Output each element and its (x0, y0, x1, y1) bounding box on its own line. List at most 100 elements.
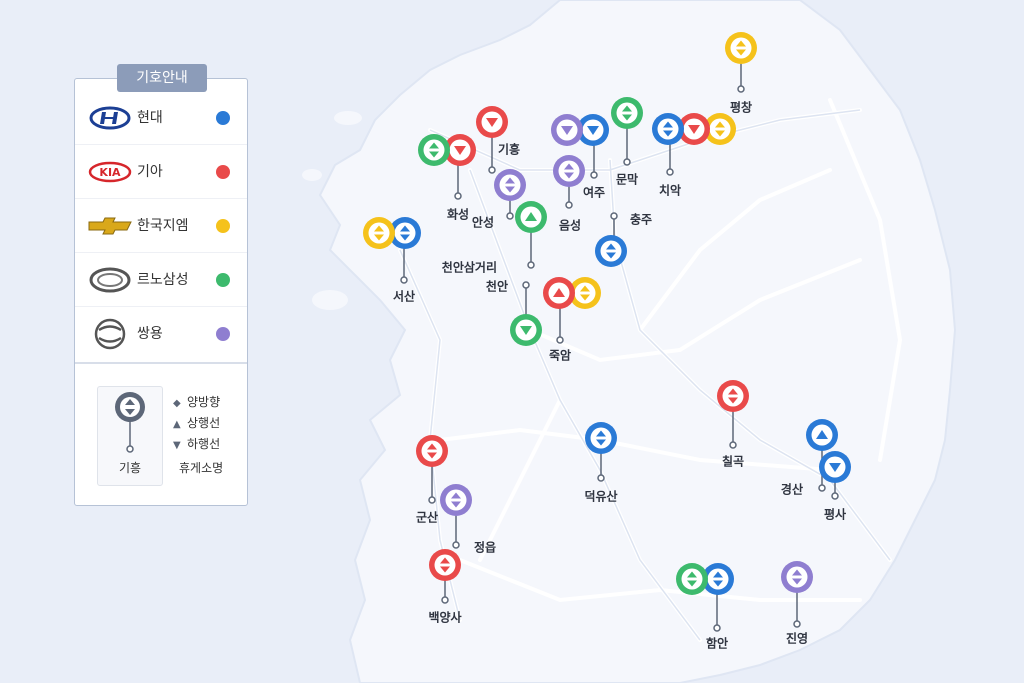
rest-area-name: 죽암 (549, 349, 571, 363)
pin-anchor-dot (565, 201, 573, 209)
down-arrow-icon: ▼ (173, 440, 181, 451)
legend-label-hyundai: 현대 (137, 110, 163, 126)
rest-area-name: 치악 (659, 183, 681, 198)
legend-item-renault: 르노삼성 (75, 253, 247, 307)
symbol-down-label: 하행선 (187, 437, 221, 451)
rest-area-name: 칠곡 (722, 454, 744, 469)
hyundai-color-dot (216, 111, 230, 125)
up-arrow-icon: ▲ (173, 419, 181, 430)
rest-area-name: 문막 (616, 173, 638, 187)
rest-area-name-label: 휴게소명 (179, 461, 224, 475)
legend-label-kia: 기아 (137, 164, 163, 180)
rest-area-name: 정읍 (474, 540, 496, 555)
rest-area-name: 군산 (416, 510, 438, 525)
legend-label-gm: 한국지엠 (137, 218, 189, 234)
kia-color-dot (216, 165, 230, 179)
ssangyong-logo-icon (94, 318, 126, 350)
hyundai-logo-icon (89, 106, 131, 130)
gm-pin-icon[interactable] (363, 217, 395, 249)
renault-color-dot (216, 273, 230, 287)
sample-pin-icon (115, 392, 145, 453)
rest-area-name: 천안 (486, 279, 508, 294)
rest-area-name: 여주 (583, 185, 605, 200)
rest-area-name: 안성 (472, 215, 494, 230)
kia-pin-icon[interactable] (476, 106, 508, 138)
pin-anchor-dot (522, 281, 530, 289)
rest-area-name: 덕유산 (584, 489, 617, 504)
kia-pin-icon[interactable] (717, 380, 749, 412)
pin-anchor-dot (527, 261, 535, 269)
pin-anchor-dot (506, 212, 514, 220)
hyundai-pin-icon[interactable] (819, 451, 851, 483)
legend-label-renault: 르노삼성 (137, 272, 189, 288)
chevrolet-logo-icon (88, 217, 132, 235)
hyundai-pin-icon[interactable] (585, 422, 617, 454)
symbol-sample-box: 기흥 (97, 386, 163, 486)
pin-anchor-dot (666, 168, 674, 176)
pin-anchor-dot (452, 541, 460, 549)
legend-item-kia: KIA 기아 (75, 145, 247, 199)
rest-area-name: 서산 (393, 289, 415, 304)
renault-samsung-logo-icon (89, 267, 131, 293)
pin-anchor-dot (818, 484, 826, 492)
pin-anchor-dot (729, 441, 737, 449)
legend-title: 기호안내 (117, 64, 207, 92)
rest-area-name: 화성 (447, 207, 469, 222)
kia-logo-icon: KIA (88, 161, 132, 183)
legend-item-hyundai: 현대 (75, 91, 247, 145)
renault-pin-icon[interactable] (676, 563, 708, 595)
ssangyong-pin-icon[interactable] (781, 561, 813, 593)
ssangyong-pin-icon[interactable] (551, 114, 583, 146)
rest-area-name: 진영 (786, 631, 808, 646)
rest-area-name: 백양사 (428, 610, 461, 625)
pin-anchor-dot (454, 192, 462, 200)
pin-anchor-dot (428, 496, 436, 504)
rest-area-name: 평사 (824, 507, 846, 522)
hyundai-pin-icon[interactable] (806, 419, 838, 451)
legend-label-ssangyong: 쌍용 (137, 326, 163, 342)
pin-anchor-dot (793, 620, 801, 628)
pin-anchor-dot (597, 474, 605, 482)
rest-area-name: 평창 (730, 100, 752, 115)
kia-pin-icon[interactable] (429, 549, 461, 581)
rest-area-name: 음성 (559, 218, 581, 233)
legend-item-gm: 한국지엠 (75, 199, 247, 253)
hyundai-pin-icon[interactable] (595, 235, 627, 267)
symbol-up-direction: ▲ 상행선 (173, 414, 220, 434)
pin-anchor-dot (623, 158, 631, 166)
rest-area-name: 충주 (630, 212, 652, 227)
ssangyong-pin-icon[interactable] (494, 169, 526, 201)
pin-anchor-dot (737, 85, 745, 93)
renault-pin-icon[interactable] (611, 97, 643, 129)
ssangyong-pin-icon[interactable] (440, 484, 472, 516)
gm-color-dot (216, 219, 230, 233)
pin-anchor-dot (610, 212, 618, 220)
kia-pin-icon[interactable] (416, 435, 448, 467)
both-arrows-icon: ◆ (173, 398, 181, 409)
pin-anchor-dot (590, 171, 598, 179)
gm-pin-icon[interactable] (725, 32, 757, 64)
symbol-down-direction: ▼ 하행선 (173, 435, 220, 455)
pin-anchor-dot (556, 336, 564, 344)
kia-pin-icon[interactable] (543, 277, 575, 309)
pin-anchor-dot (441, 596, 449, 604)
renault-pin-icon[interactable] (510, 314, 542, 346)
rest-area-name: 함안 (706, 636, 728, 651)
rest-area-name: 기흥 (498, 142, 520, 157)
legend-item-ssangyong: 쌍용 (75, 307, 247, 361)
symbol-both-label: 양방향 (187, 395, 221, 409)
pin-anchor-dot (713, 624, 721, 632)
hyundai-pin-icon[interactable] (652, 113, 684, 145)
sample-rest-area-name: 기흥 (118, 461, 142, 475)
svg-text:KIA: KIA (99, 166, 121, 179)
ssangyong-color-dot (216, 327, 230, 341)
pin-anchor-dot (831, 492, 839, 500)
legend-divider (75, 362, 247, 364)
symbol-both-directions: ◆ 양방향 (173, 393, 220, 413)
ssangyong-pin-icon[interactable] (553, 155, 585, 187)
renault-pin-icon[interactable] (418, 134, 450, 166)
renault-pin-icon[interactable] (515, 201, 547, 233)
legend-panel: 기호안내 현대 KIA 기아 한국지엠 르노삼성 쌍용 기흥 ◆ 양방향 ▲ 상… (74, 64, 248, 506)
symbol-up-label: 상행선 (187, 416, 221, 430)
rest-area-name: 경산 (781, 482, 803, 497)
